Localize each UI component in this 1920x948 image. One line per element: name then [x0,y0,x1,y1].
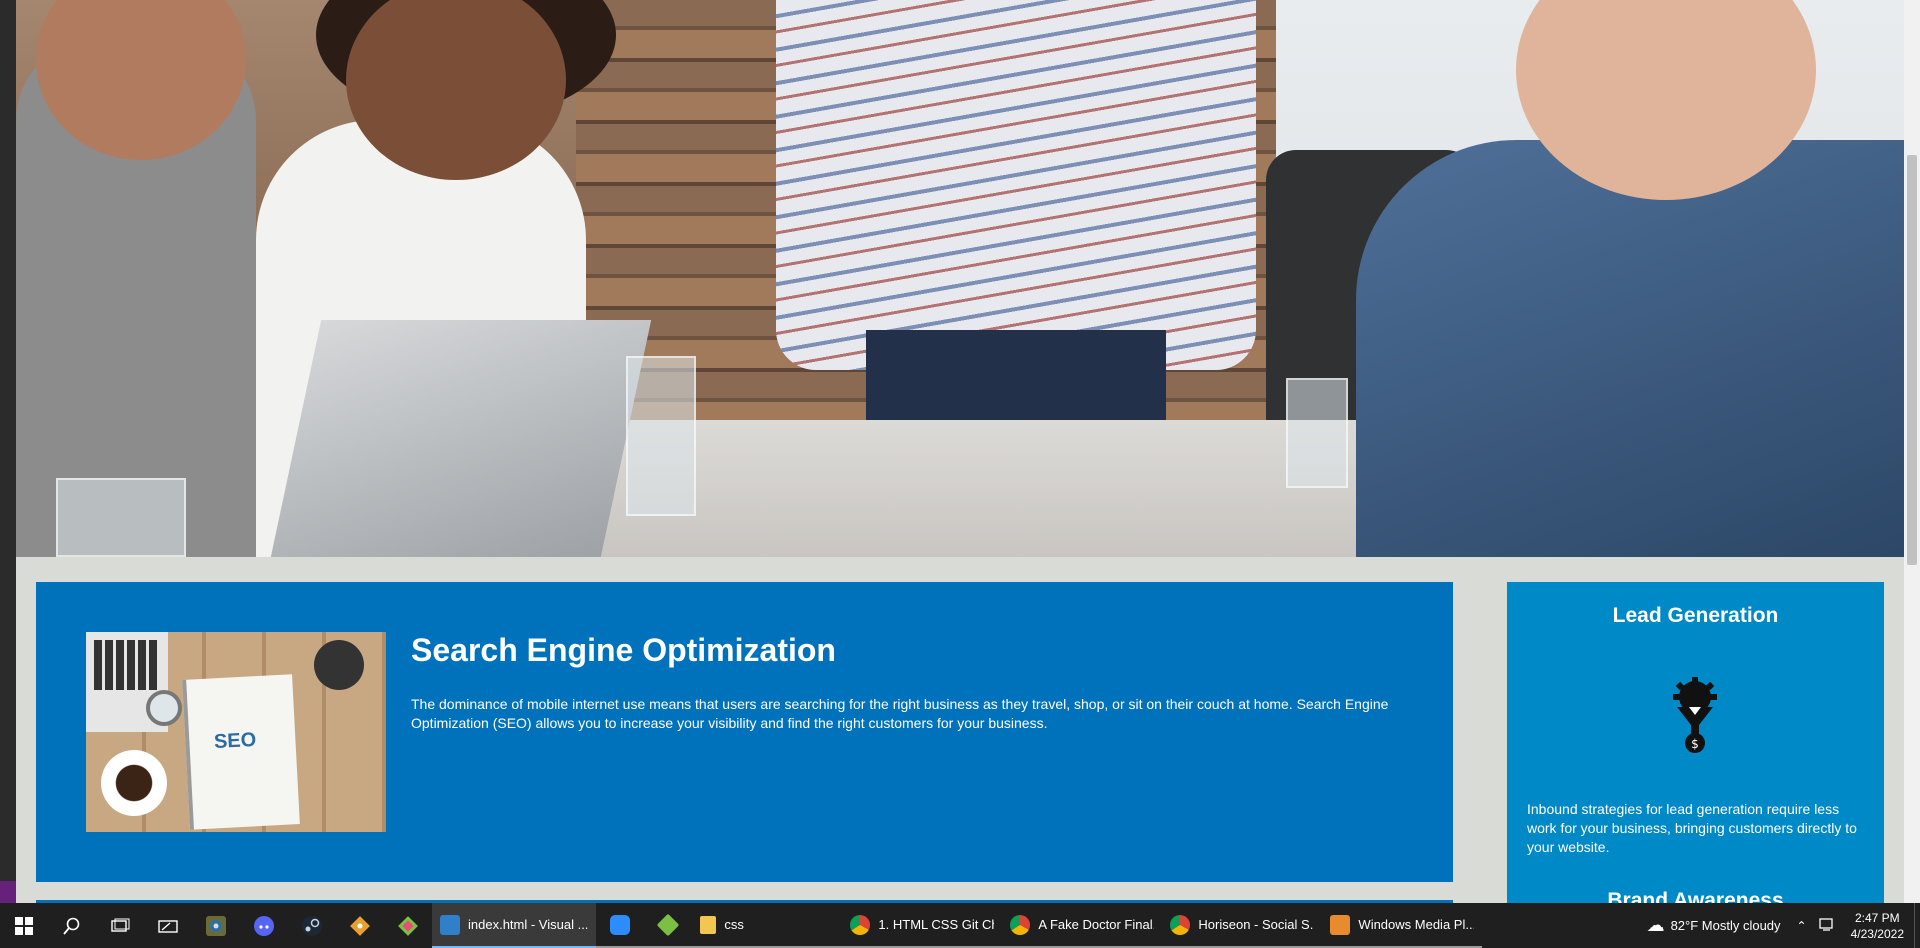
hero-glass [56,478,186,557]
seo-image-word: SEO [213,728,257,754]
app-gear-icon[interactable] [192,903,240,948]
hero-laptop [270,320,652,557]
taskbar-app-vscode[interactable]: index.html - Visual ... [432,903,597,948]
hero-glass [626,356,696,516]
svg-text:$: $ [1691,737,1699,751]
clock-date: 4/23/2022 [1850,926,1904,941]
seo-card: SEO Search Engine Optimization The domin… [36,582,1453,882]
show-desktop-button[interactable] [1914,903,1920,948]
lead-generation-text: Inbound strategies for lead generation r… [1527,801,1857,855]
scrollbar-thumb[interactable] [1907,155,1917,565]
windows-start-icon[interactable] [0,903,48,948]
media-player-icon [1330,914,1351,935]
steam-icon[interactable] [288,903,336,948]
vscode-icon [440,914,460,935]
clock-time: 2:47 PM [1854,910,1900,925]
keys-graphic [94,640,160,690]
taskbar-app-label: css [724,917,744,932]
search-icon[interactable] [48,903,96,948]
taskbar-app-chrome-1[interactable]: 1. HTML CSS Git Ch... [842,903,1003,948]
lead-generation-title: Lead Generation [1612,604,1779,627]
hero-glass [1286,378,1348,488]
lead-funnel-icon: $ [1673,677,1717,753]
chrome-icon [1010,914,1031,935]
coffee-cup-graphic [101,750,167,816]
taskbar-app-zoom[interactable] [596,903,645,948]
snipping-icon[interactable] [144,903,192,948]
system-tray: ☁ 82°F Mostly cloudy ⌃ 2:47 PM 4/23/2022 [1637,903,1920,948]
taskbar-app-label: A Fake Doctor Final... [1038,917,1155,932]
hero-image [16,0,1904,557]
weather-text: 82°F Mostly cloudy [1670,918,1781,933]
taskbar-app-chrome-3[interactable]: Horiseon - Social S... [1162,903,1323,948]
chevron-up-icon[interactable]: ⌃ [1791,919,1813,933]
taskbar-app-label: Horiseon - Social S... [1198,917,1315,932]
brand-awareness-title: Brand Awareness [1607,889,1784,903]
taskbar-app-explorer[interactable]: css [692,903,843,948]
web-page: SEO Search Engine Optimization The domin… [16,0,1904,903]
page-scrollbar[interactable] [1904,0,1920,903]
magnifier-graphic [146,690,182,726]
folder-icon [700,915,717,934]
seo-description: The dominance of mobile internet use mea… [411,696,1389,731]
weather-widget[interactable]: ☁ 82°F Mostly cloudy [1637,915,1791,936]
seo-image: SEO [86,632,386,832]
git-icon[interactable] [336,903,384,948]
cloud-icon: ☁ [1646,915,1665,936]
taskbar-app-gitkraken[interactable] [644,903,693,948]
pen-cup-graphic [314,640,364,690]
taskbar-app-media-player[interactable]: Windows Media Pl... [1322,903,1483,948]
zoom-icon [610,914,631,935]
chrome-icon [1170,914,1191,935]
gitkraken-icon[interactable] [384,903,432,948]
clock[interactable]: 2:47 PM 4/23/2022 [1841,910,1914,942]
windows-taskbar: index.html - Visual ... css 1. HTML CSS … [0,903,1920,948]
taskbar-app-label: Windows Media Pl... [1358,917,1475,932]
taskbar-app-chrome-2[interactable]: A Fake Doctor Final... [1002,903,1163,948]
taskbar-app-label: index.html - Visual ... [468,917,589,932]
task-view-icon[interactable] [96,903,144,948]
chrome-icon [850,914,871,935]
discord-icon[interactable] [240,903,288,948]
seo-title: Search Engine Optimization [411,632,836,668]
benefits-sidebar: Lead Generation $ Inbound strategies for… [1507,582,1884,903]
network-icon[interactable] [1813,917,1841,934]
taskbar-app-label: 1. HTML CSS Git Ch... [878,917,994,932]
status-bar-edge [0,881,16,903]
hero-person-right [1356,140,1904,557]
hero-person-striped-shirt [776,0,1256,370]
gitkraken-icon [657,913,680,936]
editor-edge [0,0,16,903]
